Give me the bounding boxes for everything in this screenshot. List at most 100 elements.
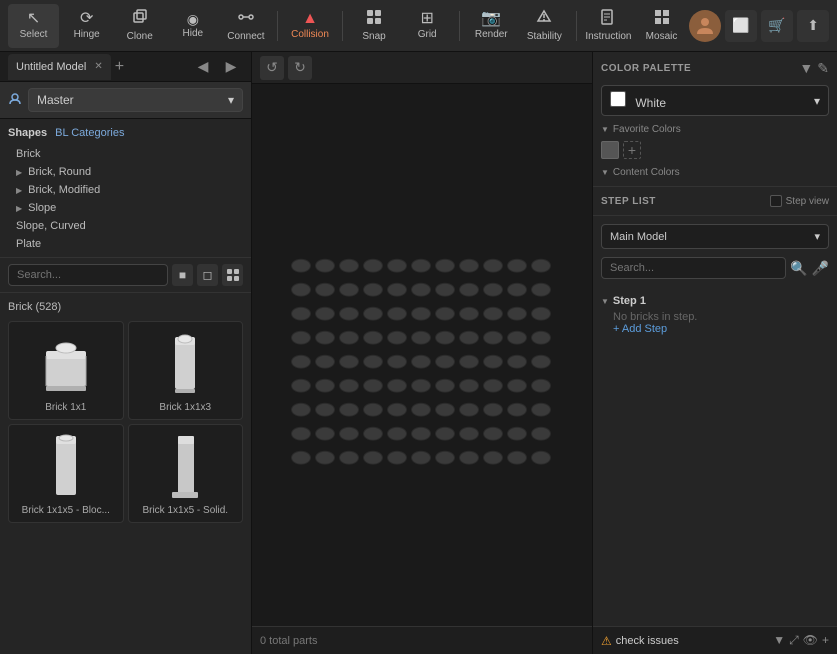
hinge-tool[interactable]: ⟳ Hinge	[61, 4, 112, 48]
connect-tool[interactable]: Connect	[220, 4, 271, 48]
step-list-header: STEP LIST Step view	[593, 187, 837, 216]
select-icon: ↖	[27, 11, 40, 27]
brick-1x1x5-block-card[interactable]: Brick 1x1x5 - Bloc...	[8, 424, 124, 523]
add-tab-btn[interactable]: +	[115, 58, 124, 76]
stud	[531, 427, 551, 441]
stud	[339, 259, 359, 273]
brick-1x1x3-image	[145, 328, 225, 398]
add-btn[interactable]: +	[822, 633, 829, 648]
content-colors-header[interactable]: Content Colors	[601, 167, 829, 178]
brick-1x1x5-solid-image	[145, 431, 225, 501]
monitor-btn[interactable]: ⬜	[725, 10, 757, 42]
stud	[435, 379, 455, 393]
stud	[291, 379, 311, 393]
stud	[315, 403, 335, 417]
stud	[435, 451, 455, 465]
separator	[277, 11, 278, 41]
stud	[291, 307, 311, 321]
stud	[507, 403, 527, 417]
grid-tool[interactable]: ⊞ Grid	[402, 4, 453, 48]
collapse-btn[interactable]: ⤢	[789, 633, 799, 648]
stability-tool[interactable]: Stability	[519, 4, 570, 48]
shape-brick-round[interactable]: Brick, Round	[8, 163, 243, 181]
stud	[339, 379, 359, 393]
add-step-btn[interactable]: Add Step	[601, 323, 829, 335]
search-icon[interactable]: 🔍	[790, 260, 807, 277]
stud	[315, 451, 335, 465]
user-avatar[interactable]	[689, 10, 721, 42]
instruction-icon	[600, 9, 616, 29]
instruction-tool[interactable]: Instruction	[583, 4, 634, 48]
connect-icon	[238, 9, 254, 29]
stud	[411, 259, 431, 273]
collision-tool[interactable]: ▲ Collision	[284, 4, 335, 48]
filter-btn[interactable]: ▼	[799, 60, 813, 77]
view-grid-btn[interactable]	[222, 264, 243, 286]
stud	[411, 379, 431, 393]
brick-1x1-label: Brick 1x1	[15, 402, 117, 413]
no-bricks-text: No bricks in step.	[601, 311, 829, 323]
step-search-input[interactable]	[601, 257, 786, 279]
bl-categories-link[interactable]: BL Categories	[55, 127, 124, 139]
fav-color-1[interactable]	[601, 141, 619, 159]
search-area: ■ ◻	[0, 258, 251, 293]
visibility-btn[interactable]: 👁	[803, 633, 818, 648]
clone-tool[interactable]: Clone	[114, 4, 165, 48]
brick-1x1x3-card[interactable]: Brick 1x1x3	[128, 321, 244, 420]
shape-slope-curved[interactable]: Slope, Curved	[8, 217, 243, 235]
edit-palette-btn[interactable]: ✎	[817, 60, 829, 77]
color-dropdown[interactable]: White ▾	[601, 85, 829, 116]
brick-1x1-card[interactable]: Brick 1x1	[8, 321, 124, 420]
minimize-btn[interactable]: ▼	[773, 633, 785, 648]
snap-tool[interactable]: Snap	[349, 4, 400, 48]
shape-slope[interactable]: Slope	[8, 199, 243, 217]
upload-btn[interactable]: ⬆	[797, 10, 829, 42]
prev-btn[interactable]: ◀	[191, 55, 215, 79]
view-outline-btn[interactable]: ◻	[197, 264, 218, 286]
rotate-right-btn[interactable]: ↻	[288, 56, 312, 80]
favorite-colors-header[interactable]: Favorite Colors	[601, 124, 829, 135]
shape-brick[interactable]: Brick	[8, 145, 243, 163]
add-fav-color-btn[interactable]: +	[623, 141, 641, 159]
brick-grid: Brick 1x1 Brick 1x1x3	[8, 321, 243, 523]
shape-plate[interactable]: Plate	[8, 235, 243, 253]
shape-brick-modified[interactable]: Brick, Modified	[8, 181, 243, 199]
model-tab[interactable]: Untitled Model ✕	[8, 54, 111, 80]
step-view-checkbox[interactable]	[770, 195, 782, 207]
mic-icon[interactable]: 🎤	[812, 260, 829, 277]
view-filled-btn[interactable]: ■	[172, 264, 193, 286]
cart-btn[interactable]: 🛒	[761, 10, 793, 42]
canvas-area[interactable]: // Generate studs for(let i = 0; i < 99;…	[252, 84, 592, 626]
check-issues-text[interactable]: check issues	[616, 635, 679, 647]
stud	[507, 283, 527, 297]
mosaic-tool[interactable]: Mosaic	[636, 4, 687, 48]
master-selector: Master ▾	[0, 82, 251, 119]
palette-header: COLOR PALETTE ▼ ✎	[601, 60, 829, 77]
stud	[459, 427, 479, 441]
brick-1x1x5-solid-card[interactable]: Brick 1x1x5 - Solid.	[128, 424, 244, 523]
stud	[363, 379, 383, 393]
stud	[291, 427, 311, 441]
select-tool[interactable]: ↖ Select	[8, 4, 59, 48]
brick-1x1x3-label: Brick 1x1x3	[135, 402, 237, 413]
render-tool[interactable]: 📷 Render	[466, 4, 517, 48]
next-btn[interactable]: ▶	[219, 55, 243, 79]
hide-tool[interactable]: ◉ Hide	[167, 4, 218, 48]
stud	[363, 307, 383, 321]
master-dropdown[interactable]: Master ▾	[28, 88, 243, 112]
search-input[interactable]	[8, 264, 168, 286]
model-dropdown[interactable]: Main Model ▾	[601, 224, 829, 249]
stud	[339, 355, 359, 369]
stud	[387, 283, 407, 297]
stud-grid: // Generate studs for(let i = 0; i < 99;…	[291, 259, 553, 473]
step-view-toggle[interactable]: Step view	[770, 195, 829, 207]
stud	[291, 355, 311, 369]
clone-icon	[132, 9, 148, 29]
separator2	[342, 11, 343, 41]
stud	[363, 259, 383, 273]
tab-close-btn[interactable]: ✕	[94, 61, 102, 72]
rotate-left-btn[interactable]: ↺	[260, 56, 284, 80]
stud	[483, 451, 503, 465]
stud	[315, 427, 335, 441]
stud	[483, 403, 503, 417]
